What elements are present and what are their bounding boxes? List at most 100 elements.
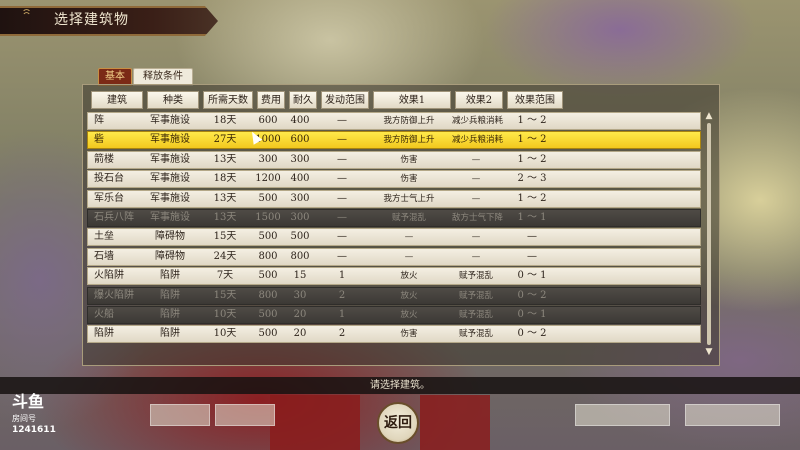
table-row[interactable]: 军乐台 军事施设 13天 500 300 — 我方士气上升 — 1 ～ 2 — [87, 189, 701, 208]
table-row[interactable]: 砦军事施设 27天 1000 600— 我方防御上升 减少兵粮消耗 1 ～ 2 — [87, 131, 701, 150]
table-row[interactable]: 陷阱 陷阱 10天 500 20 2 伤害 赋予混乱 0 ～ 2 — [87, 325, 701, 344]
territory-region — [420, 395, 490, 450]
cell-cost: 500 — [258, 328, 278, 340]
cell-range: — — [337, 173, 347, 185]
cell-name: 箭楼 — [94, 153, 114, 165]
cell-range: — — [337, 231, 347, 243]
cell-dur: 400 — [290, 115, 310, 126]
cell-days: 27天 — [213, 134, 237, 146]
table-row[interactable]: 火陷阱 陷阱 7天 500 15 1 放火 赋予混乱 0 ～ 1 — [87, 267, 701, 286]
cell-eff1: 我方防御上升 — [383, 116, 435, 126]
status-text: 请选择建筑。 — [370, 380, 430, 391]
cell-dur: 300 — [290, 153, 310, 165]
cell-eff2: — — [471, 251, 481, 262]
cell-erange: 0 ～ 1 — [517, 309, 547, 320]
cell-days: 10天 — [213, 328, 237, 340]
cell-cost: 800 — [258, 289, 278, 301]
cell-name: 石墙 — [94, 250, 114, 262]
table-row[interactable]: 土垒 障碍物 15天 500 500 — — — — — [87, 228, 701, 247]
cell-eff1: 我方防御上升 — [383, 135, 435, 146]
column-header: 种类 — [147, 91, 199, 109]
cell-type: 军事施设 — [150, 212, 190, 223]
back-button[interactable]: 返回 — [377, 402, 419, 444]
table-row[interactable]: 箭楼 军事施设 13天 300 300 — 伤害 — 1 ～ 2 — [87, 150, 701, 169]
cell-type: 军事施设 — [150, 115, 190, 126]
cell-dur: 15 — [293, 270, 307, 282]
cell-type: 陷阱 — [160, 270, 180, 282]
cell-erange: 0 ～ 2 — [517, 289, 547, 301]
column-header: 费用 — [257, 91, 285, 109]
cell-range: 2 — [338, 289, 346, 301]
cell-eff2: 赋予混乱 — [458, 271, 493, 282]
cell-cost: 500 — [258, 270, 278, 282]
table-row[interactable]: 阵 军事施设 18天 600 400 — 我方防御上升 减少兵粮消耗 1 ～ 2 — [87, 112, 701, 130]
cell-name: 陷阱 — [94, 328, 114, 340]
cell-range: — — [337, 212, 347, 223]
cell-name: 火陷阱 — [94, 270, 124, 282]
cell-range: — — [337, 192, 347, 204]
cell-type: 军事施设 — [150, 134, 190, 146]
cell-erange: 1 ～ 2 — [517, 153, 547, 165]
cell-eff1: 放火 — [400, 310, 418, 320]
menu-placeholder-button[interactable] — [685, 404, 780, 426]
cell-eff1: 放火 — [400, 271, 418, 282]
scroll-down-arrow-icon[interactable]: ▼ — [703, 347, 715, 357]
cell-name: 爆火陷阱 — [94, 289, 134, 301]
cell-eff2: 减少兵粮消耗 — [452, 135, 504, 146]
cell-dur: 30 — [293, 289, 307, 301]
cell-dur: 300 — [290, 192, 310, 204]
cell-eff1: 伤害 — [400, 154, 418, 165]
cell-eff1: 伤害 — [400, 174, 418, 185]
table-row[interactable]: 投石台 军事施设 18天 1200 400 — 伤害 — 2 ～ 3 — [87, 170, 701, 189]
cell-eff2: 赋予混乱 — [458, 329, 493, 340]
cell-eff1: 赋予混乱 — [391, 213, 426, 223]
cell-erange: 2 ～ 3 — [517, 173, 547, 185]
cell-range: 1 — [338, 270, 346, 282]
cell-days: 15天 — [213, 231, 237, 243]
cell-type: 陷阱 — [160, 289, 180, 301]
cell-type: 陷阱 — [160, 309, 180, 320]
cell-erange: 1 ～ 2 — [517, 134, 547, 146]
cell-name: 火船 — [94, 309, 114, 320]
cell-type: 军事施设 — [150, 153, 190, 165]
cell-name: 砦 — [94, 134, 104, 146]
column-header: 发动范围 — [321, 91, 369, 109]
cell-eff2: — — [471, 193, 481, 204]
cell-eff2: — — [471, 232, 481, 243]
cell-name: 石兵八阵 — [94, 212, 134, 223]
cell-eff1: — — [404, 232, 414, 243]
menu-placeholder-button[interactable] — [575, 404, 670, 426]
menu-placeholder-button[interactable] — [215, 404, 275, 426]
cell-days: 18天 — [213, 173, 237, 185]
douyu-logo: 斗鱼 — [12, 392, 45, 411]
scrollbar[interactable] — [707, 123, 711, 345]
cell-eff2: 赋予混乱 — [458, 310, 493, 320]
cell-type: 障碍物 — [155, 250, 185, 262]
cell-days: 7天 — [216, 270, 234, 282]
cell-erange: 1 ～ 1 — [517, 212, 547, 223]
cell-type: 陷阱 — [160, 328, 180, 340]
page-title: 选择建筑物 — [54, 12, 129, 28]
cell-type: 军事施设 — [150, 173, 190, 185]
room-label: 房间号 — [12, 414, 36, 423]
cell-name: 投石台 — [94, 173, 124, 185]
cell-days: 24天 — [213, 250, 237, 262]
column-header: 建筑 — [91, 91, 143, 109]
column-header: 效果2 — [455, 91, 503, 109]
cell-eff2: 减少兵粮消耗 — [452, 116, 504, 126]
cell-days: 13天 — [213, 192, 237, 204]
column-header: 效果范围 — [507, 91, 563, 109]
cell-days: 13天 — [213, 153, 237, 165]
cell-erange: 0 ～ 1 — [517, 270, 547, 282]
menu-placeholder-button[interactable] — [150, 404, 210, 426]
cell-cost: 500 — [258, 309, 278, 320]
table-row: 爆火陷阱 陷阱 15天 800 30 2 放火 赋予混乱 0 ～ 2 — [87, 286, 701, 305]
scroll-up-arrow-icon[interactable]: ▲ — [703, 111, 715, 121]
column-header: 所需天数 — [203, 91, 253, 109]
cell-type: 军事施设 — [150, 192, 190, 204]
cell-dur: 20 — [293, 309, 307, 320]
column-header: 效果1 — [373, 91, 451, 109]
cell-days: 13天 — [213, 212, 237, 223]
table-row[interactable]: 石墙 障碍物 24天 800 800 — — — — — [87, 247, 701, 266]
cell-range: — — [337, 250, 347, 262]
